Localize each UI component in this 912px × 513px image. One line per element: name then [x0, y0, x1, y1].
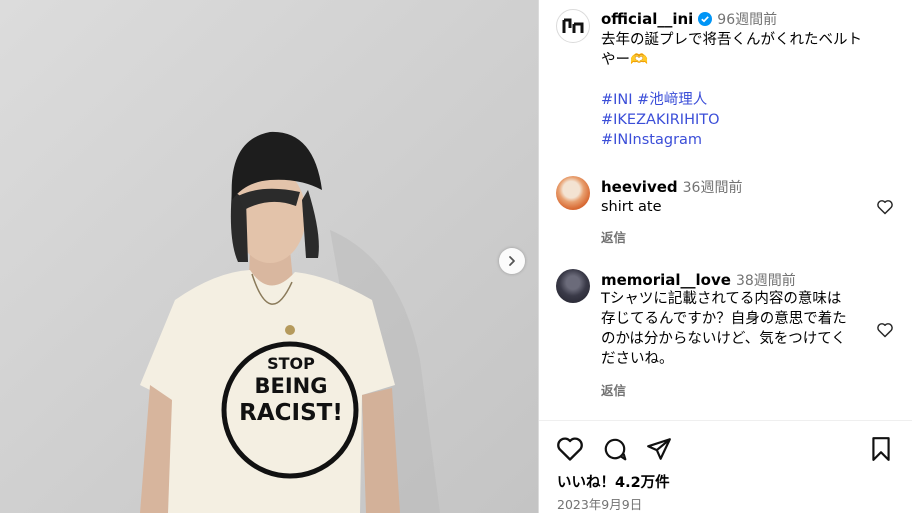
comment-line: 存じてるんですか？自身の意思で着た [601, 311, 847, 327]
like-comment-heart-icon[interactable] [876, 322, 894, 338]
comment-username[interactable]: heevived [601, 178, 678, 196]
comment-line: のかは分からないけど、気をつけてく [601, 331, 846, 347]
ini-logo-icon [562, 18, 584, 33]
post-caption: 去年の誕プレで将吾くんがくれたベルト やー🫶 #INI #池﨑理人 #IKEZA… [601, 30, 901, 150]
hashtag-link[interactable]: #INI #池﨑理人 [601, 90, 901, 110]
post-time: 96週間前 [717, 12, 778, 28]
author-avatar[interactable] [556, 9, 590, 43]
comment-bubble-icon[interactable] [602, 436, 628, 462]
comment-username[interactable]: memorial__love [601, 271, 731, 289]
comment-text: Tシャツに記載されてる内容の意味は 存じてるんですか？自身の意思で着た のかは分… [601, 289, 876, 369]
caption-line: やー🫶 [601, 52, 649, 68]
like-comment-heart-icon[interactable] [876, 199, 894, 215]
comment-time: 36週間前 [682, 180, 743, 196]
comment-line: Tシャツに記載されてる内容の意味は [601, 291, 842, 307]
comment-line: shirt ate [601, 199, 662, 215]
person-illustration [0, 0, 538, 513]
next-photo-button[interactable] [499, 248, 525, 274]
reply-button[interactable]: 返信 [601, 227, 626, 246]
actions-divider [539, 420, 912, 421]
comment-header: memorial__love 38週間前 [601, 270, 796, 290]
author-username[interactable]: official__ini [601, 10, 693, 28]
reply-button[interactable]: 返信 [601, 380, 626, 399]
verified-badge-icon [698, 12, 713, 26]
caption-line: 去年の誕プレで将吾くんがくれたベルト [601, 32, 862, 48]
save-bookmark-icon[interactable] [870, 436, 892, 462]
hashtag-link[interactable]: #INInstagram [601, 130, 901, 150]
shirt-text-stop: STOP [267, 354, 315, 373]
post-header: official__ini 96週間前 [601, 9, 777, 29]
shirt-print: STOP BEING RACIST! [226, 355, 356, 427]
hashtag-link[interactable]: #IKEZAKIRIHITO [601, 110, 901, 130]
like-heart-icon[interactable] [556, 436, 584, 462]
shirt-text-racist: RACIST! [239, 400, 343, 426]
comment-time: 38週間前 [735, 273, 796, 289]
shirt-text-being: BEING [254, 374, 328, 398]
share-send-icon[interactable] [646, 436, 672, 462]
comment-header: heevived 36週間前 [601, 177, 742, 197]
post-date: 2023年9月9日 [557, 497, 643, 512]
commenter-avatar[interactable] [556, 176, 590, 210]
commenter-avatar[interactable] [556, 269, 590, 303]
post-photo: STOP BEING RACIST! [0, 0, 538, 513]
comment-text: shirt ate [601, 197, 871, 217]
comment-line: ださいね。 [601, 351, 674, 367]
chevron-right-icon [509, 256, 515, 266]
likes-count[interactable]: いいね！4.2万件 [557, 471, 670, 492]
